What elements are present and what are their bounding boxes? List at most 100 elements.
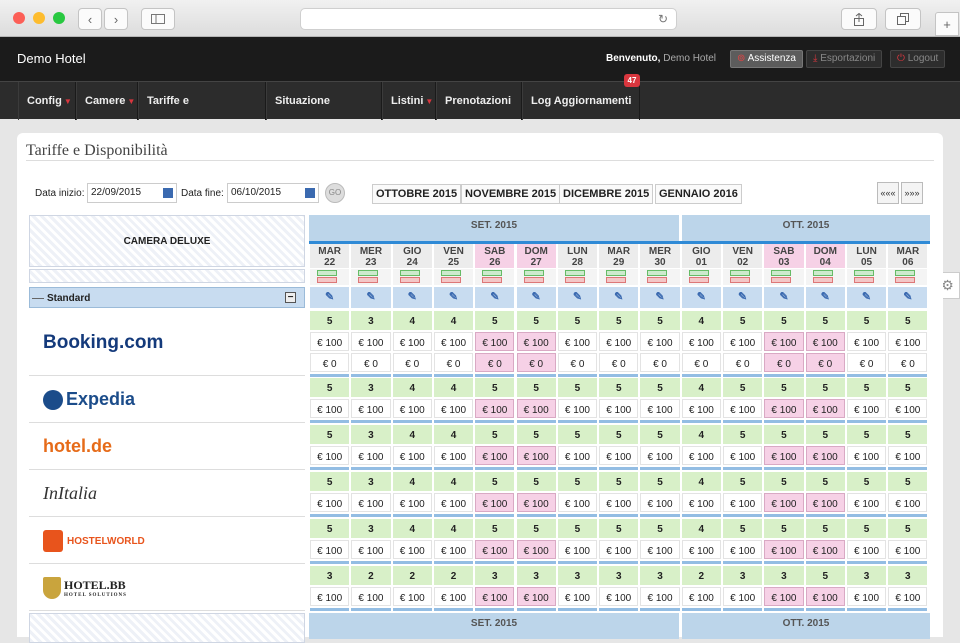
extra-price-cell[interactable]: € 0 [640, 353, 680, 372]
day-header[interactable]: LUN 05 [846, 244, 887, 268]
availability-cell[interactable]: 5 [516, 378, 556, 397]
availability-cell[interactable]: 5 [599, 311, 639, 330]
sidebar-toggle-icon[interactable] [141, 8, 175, 30]
price-cell[interactable]: € 100 [516, 446, 556, 465]
extra-price-cell[interactable]: € 0 [764, 353, 804, 372]
price-cell[interactable]: € 100 [805, 493, 845, 512]
price-cell[interactable]: € 100 [392, 332, 432, 351]
price-cell[interactable]: € 100 [351, 493, 391, 512]
price-cell[interactable]: € 100 [516, 587, 556, 606]
price-cell[interactable]: € 100 [764, 493, 804, 512]
nav-situazione[interactable]: Situazione Camere▼ [266, 82, 382, 145]
price-cell[interactable]: € 100 [351, 332, 391, 351]
month-button-jan[interactable]: GENNAIO 2016 [655, 184, 742, 204]
extra-price-cell[interactable]: € 0 [351, 353, 391, 372]
price-cell[interactable]: € 100 [640, 446, 680, 465]
availability-cell[interactable]: 5 [805, 378, 845, 397]
close-tag[interactable] [564, 277, 585, 283]
price-cell[interactable]: € 100 [640, 399, 680, 418]
availability-cell[interactable]: 2 [392, 566, 432, 585]
availability-cell[interactable]: 5 [846, 472, 887, 491]
day-header[interactable]: VEN 02 [723, 244, 763, 268]
availability-cell[interactable]: 5 [310, 425, 350, 444]
close-tag[interactable] [440, 277, 461, 283]
extra-price-cell[interactable]: € 0 [846, 353, 887, 372]
edit-pencil-icon[interactable]: ✎ [681, 287, 721, 308]
price-cell[interactable]: € 100 [805, 540, 845, 559]
price-cell[interactable]: € 100 [723, 587, 763, 606]
extra-price-cell[interactable]: € 0 [475, 353, 515, 372]
price-cell[interactable]: € 100 [475, 540, 515, 559]
price-cell[interactable]: € 100 [557, 540, 598, 559]
price-cell[interactable]: € 100 [516, 332, 556, 351]
availability-cell[interactable]: 4 [681, 425, 721, 444]
close-tag[interactable] [482, 277, 503, 283]
price-cell[interactable]: € 100 [392, 446, 432, 465]
availability-cell[interactable]: 5 [723, 519, 763, 538]
price-cell[interactable]: € 100 [723, 493, 763, 512]
extra-price-cell[interactable]: € 0 [310, 353, 350, 372]
address-bar[interactable]: ↻ [300, 8, 677, 30]
open-tag[interactable] [606, 270, 627, 276]
price-cell[interactable]: € 100 [433, 493, 474, 512]
availability-cell[interactable]: 5 [805, 311, 845, 330]
price-cell[interactable]: € 100 [310, 399, 350, 418]
availability-cell[interactable]: 3 [475, 566, 515, 585]
open-tag[interactable] [771, 270, 792, 276]
day-header[interactable]: VEN 25 [433, 244, 474, 268]
availability-cell[interactable]: 5 [516, 311, 556, 330]
availability-cell[interactable]: 5 [310, 519, 350, 538]
price-cell[interactable]: € 100 [599, 446, 639, 465]
price-cell[interactable]: € 100 [351, 587, 391, 606]
close-tag[interactable] [812, 277, 833, 283]
availability-cell[interactable]: 5 [805, 425, 845, 444]
availability-cell[interactable]: 5 [310, 311, 350, 330]
open-tag[interactable] [730, 270, 750, 276]
day-header[interactable]: DOM 27 [516, 244, 556, 268]
price-cell[interactable]: € 100 [599, 332, 639, 351]
price-cell[interactable]: € 100 [392, 587, 432, 606]
price-cell[interactable]: € 100 [475, 399, 515, 418]
edit-pencil-icon[interactable]: ✎ [516, 287, 556, 308]
price-cell[interactable]: € 100 [392, 399, 432, 418]
open-tag[interactable] [853, 270, 874, 276]
price-cell[interactable]: € 100 [433, 446, 474, 465]
edit-pencil-icon[interactable]: ✎ [351, 287, 391, 308]
availability-cell[interactable]: 3 [764, 566, 804, 585]
price-cell[interactable]: € 100 [433, 540, 474, 559]
price-cell[interactable]: € 100 [433, 399, 474, 418]
price-cell[interactable]: € 100 [846, 332, 887, 351]
open-tag[interactable] [399, 270, 420, 276]
availability-cell[interactable]: 5 [475, 519, 515, 538]
edit-pencil-icon[interactable]: ✎ [475, 287, 515, 308]
extra-price-cell[interactable]: € 0 [805, 353, 845, 372]
share-icon[interactable] [841, 8, 877, 30]
go-button[interactable]: GO [325, 183, 345, 203]
availability-cell[interactable]: 4 [681, 311, 721, 330]
price-cell[interactable]: € 100 [475, 332, 515, 351]
price-cell[interactable]: € 100 [640, 540, 680, 559]
price-cell[interactable]: € 100 [557, 493, 598, 512]
open-tag[interactable] [895, 270, 916, 276]
price-cell[interactable]: € 100 [599, 587, 639, 606]
price-cell[interactable]: € 100 [640, 332, 680, 351]
edit-pencil-icon[interactable]: ✎ [723, 287, 763, 308]
assistance-button[interactable]: ⊚ Assistenza [730, 50, 803, 68]
availability-cell[interactable]: 3 [351, 425, 391, 444]
availability-cell[interactable]: 5 [599, 378, 639, 397]
availability-cell[interactable]: 3 [599, 566, 639, 585]
availability-cell[interactable]: 5 [599, 472, 639, 491]
price-cell[interactable]: € 100 [846, 540, 887, 559]
price-cell[interactable]: € 100 [764, 540, 804, 559]
availability-cell[interactable]: 5 [805, 519, 845, 538]
edit-pencil-icon[interactable]: ✎ [557, 287, 598, 308]
availability-cell[interactable]: 5 [557, 425, 598, 444]
price-cell[interactable]: € 100 [310, 493, 350, 512]
close-tag[interactable] [523, 277, 544, 283]
availability-cell[interactable]: 2 [433, 566, 474, 585]
price-cell[interactable]: € 100 [433, 332, 474, 351]
price-cell[interactable]: € 100 [846, 493, 887, 512]
calendar-icon[interactable] [163, 188, 173, 198]
day-header[interactable]: SAB 26 [475, 244, 515, 268]
edit-pencil-icon[interactable]: ✎ [433, 287, 474, 308]
